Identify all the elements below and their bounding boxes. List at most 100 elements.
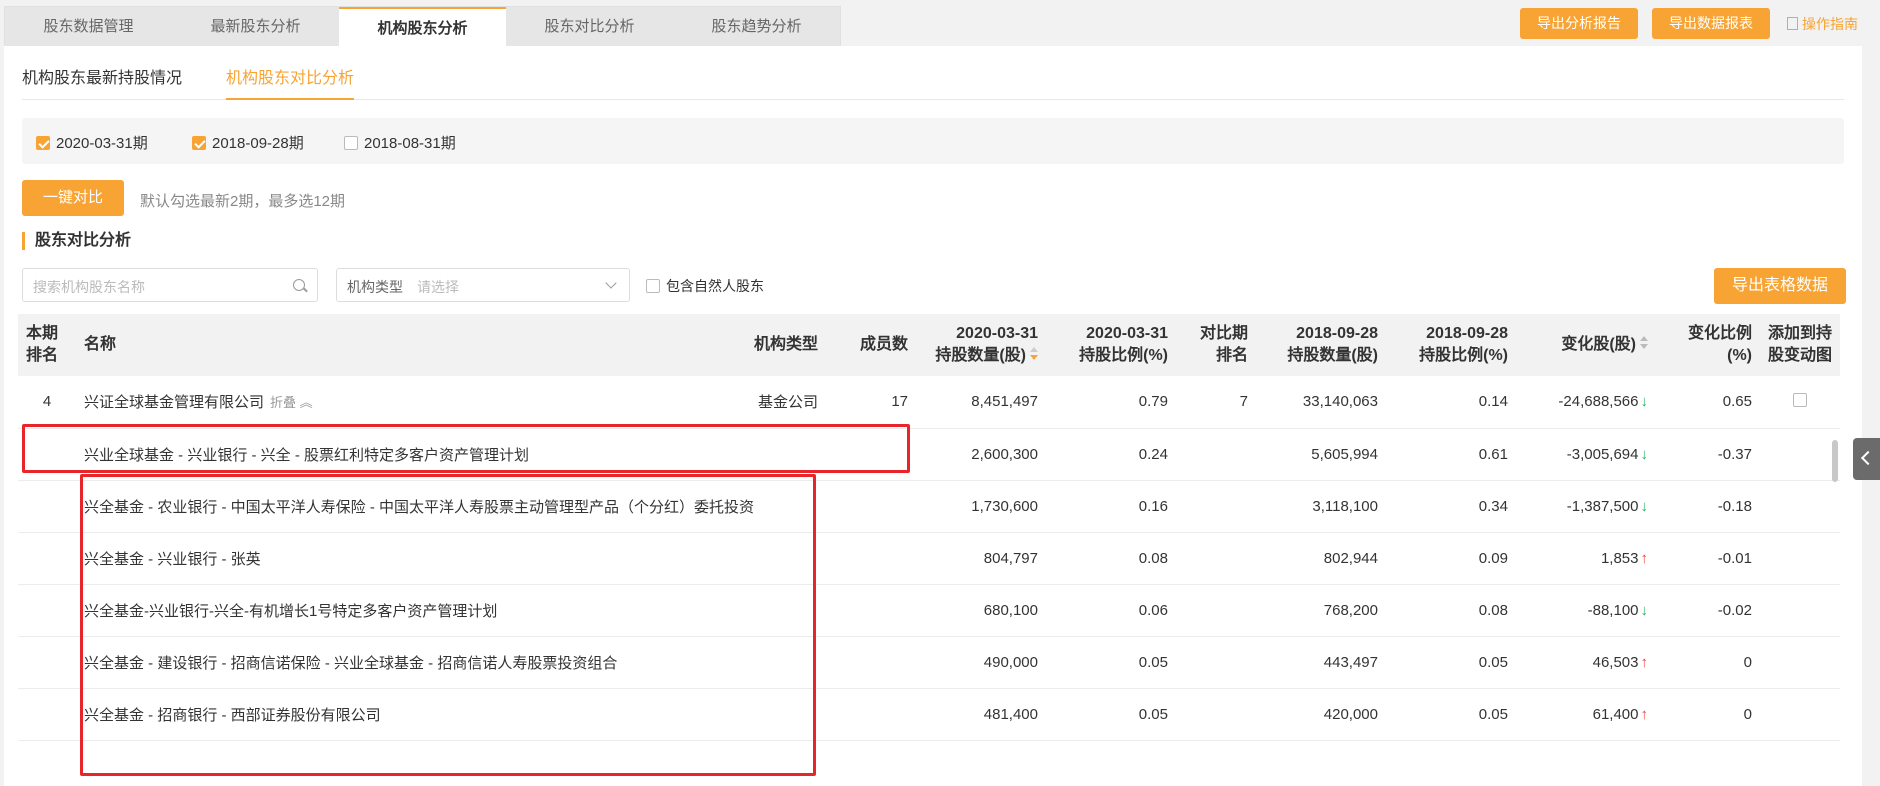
- header-p2-ratio: 2018-09-28 持股比例(%): [1419, 325, 1508, 364]
- cell-name: 兴全基金 - 兴业银行 - 张英: [76, 532, 736, 585]
- cell-cmp-rank: [1176, 636, 1256, 689]
- export-table-button[interactable]: 导出表格数据: [1714, 268, 1846, 304]
- cell-members: [826, 480, 916, 533]
- cell-p2-ratio: 0.14: [1386, 376, 1516, 429]
- period-option-3[interactable]: 2018-08-31期: [344, 132, 456, 153]
- header-name: 名称: [84, 336, 117, 353]
- search-icon[interactable]: [293, 279, 305, 291]
- cell-change: -3,005,694 ↓: [1516, 428, 1656, 481]
- cell-type: [736, 532, 826, 585]
- table-row: 兴全基金 - 招商银行 - 西部证券股份有限公司 481,400 0.05 420,0…: [18, 688, 1840, 741]
- cell-change-ratio: 0: [1656, 636, 1760, 689]
- section-title: 股东对比分析: [22, 232, 131, 250]
- tab-latest-analysis[interactable]: 最新股东分析: [172, 7, 339, 47]
- cell-cmp-rank: [1176, 688, 1256, 741]
- header-p1-ratio: 2020-03-31 持股比例(%): [1079, 325, 1168, 364]
- scrollbar[interactable]: [1832, 440, 1838, 482]
- cell-p2-shares: 802,944: [1256, 532, 1386, 585]
- select-placeholder: 请选择: [417, 279, 459, 295]
- header-add-chart: 添加到持 股变动图: [1768, 325, 1833, 364]
- cell-name: 兴全基金-兴业银行-兴全-有机增长1号特定多客户资产管理计划: [76, 584, 736, 637]
- tab-compare-analysis[interactable]: 股东对比分析: [506, 7, 673, 47]
- one-click-compare-button[interactable]: 一键对比: [22, 180, 124, 216]
- checkbox-checked-icon[interactable]: [36, 136, 50, 150]
- cell-rank: [18, 636, 76, 689]
- cell-members: 17: [826, 376, 916, 429]
- search-input[interactable]: 搜索机构股东名称: [22, 268, 318, 302]
- export-data-button[interactable]: 导出数据报表: [1652, 8, 1770, 39]
- header-p1-shares[interactable]: 2020-03-31 持股数量(股): [916, 314, 1046, 376]
- cell-add-chart: [1760, 584, 1840, 637]
- cell-rank: [18, 584, 76, 637]
- checkbox-icon[interactable]: [646, 279, 660, 293]
- tab-institution-analysis[interactable]: 机构股东分析: [339, 7, 506, 47]
- collapse-toggle[interactable]: 折叠 ︽: [270, 395, 313, 410]
- cell-name: 兴全基金 - 农业银行 - 中国太平洋人寿保险 - 中国太平洋人寿股票主动管理型…: [76, 480, 754, 533]
- guide-link[interactable]: 操作指南: [1787, 14, 1858, 34]
- header-p2-shares: 2018-09-28 持股数量(股): [1287, 325, 1378, 364]
- cell-change: 46,503 ↑: [1516, 636, 1656, 689]
- add-chart-checkbox[interactable]: [1793, 392, 1807, 407]
- top-bar: 股东数据管理 最新股东分析 机构股东分析 股东对比分析 股东趋势分析 导出分析报…: [0, 0, 1880, 47]
- subtab-compare[interactable]: 机构股东对比分析: [226, 64, 355, 100]
- cell-p2-ratio: 0.05: [1386, 636, 1516, 689]
- cell-change: -88,100 ↓: [1516, 584, 1656, 637]
- main-tabs: 股东数据管理 最新股东分析 机构股东分析 股东对比分析 股东趋势分析: [4, 6, 841, 47]
- include-natural-label: 包含自然人股东: [666, 278, 764, 294]
- tab-trend-analysis[interactable]: 股东趋势分析: [673, 7, 840, 47]
- cell-change: -1,387,500 ↓: [1516, 480, 1656, 533]
- export-report-button[interactable]: 导出分析报告: [1520, 8, 1638, 39]
- checkbox-icon[interactable]: [344, 136, 358, 150]
- cell-p2-shares: 5,605,994: [1256, 428, 1386, 481]
- cell-add-chart: [1760, 532, 1840, 585]
- sort-icon[interactable]: [1640, 336, 1648, 350]
- header-change-ratio: 变化比例 (%): [1687, 325, 1752, 364]
- book-icon: [1787, 17, 1798, 30]
- cell-p1-shares: 804,797: [916, 532, 1046, 585]
- period-option-1[interactable]: 2020-03-31期: [36, 132, 148, 153]
- cell-name: 兴全基金 - 建设银行 - 招商信诺保险 - 兴业全球基金 - 招商信诺人寿股票…: [76, 636, 736, 689]
- institution-type-select[interactable]: 机构类型 请选择: [336, 268, 630, 302]
- cell-rank: [18, 428, 76, 481]
- period-label: 2020-03-31期: [56, 135, 148, 152]
- cell-change-ratio: -0.02: [1656, 584, 1760, 637]
- cell-type: [736, 688, 826, 741]
- period-option-2[interactable]: 2018-09-28期: [192, 132, 304, 153]
- cell-p2-shares: 3,118,100: [1256, 480, 1386, 533]
- include-natural-checkbox[interactable]: 包含自然人股东: [646, 276, 764, 296]
- arrow-up-icon: ↑: [1640, 549, 1649, 567]
- cell-p2-ratio: 0.61: [1386, 428, 1516, 481]
- chevron-up-icon: ︽: [299, 395, 313, 411]
- cell-members: [826, 584, 916, 637]
- cell-p1-shares: 2,600,300: [916, 428, 1046, 481]
- cell-p2-ratio: 0.34: [1386, 480, 1516, 533]
- cell-p2-shares: 33,140,063: [1256, 376, 1386, 429]
- cell-add-chart: [1760, 428, 1840, 481]
- cell-p2-shares: 443,497: [1256, 636, 1386, 689]
- cell-cmp-rank: [1176, 532, 1256, 585]
- comparison-table: 本期 排名 名称 机构类型 成员数 2020-03-31 持股数量(股) 2020-…: [18, 314, 1840, 741]
- cell-change: 1,853 ↑: [1516, 532, 1656, 585]
- header-type: 机构类型: [753, 336, 818, 353]
- cell-cmp-rank: [1176, 584, 1256, 637]
- cell-add-chart: [1760, 636, 1840, 689]
- cell-add-chart: [1760, 376, 1840, 429]
- cell-cmp-rank: 7: [1176, 376, 1256, 429]
- header-change[interactable]: 变化股(股): [1516, 314, 1656, 376]
- checkbox-checked-icon[interactable]: [192, 136, 206, 150]
- cell-p1-ratio: 0.08: [1046, 532, 1176, 585]
- cell-change-ratio: 0.65: [1656, 376, 1760, 429]
- period-selector: 2020-03-31期 2018-09-28期 2018-08-31期: [22, 118, 1844, 164]
- arrow-down-icon: ↓: [1640, 445, 1649, 463]
- cell-type: [736, 636, 826, 689]
- subtab-latest-holdings[interactable]: 机构股东最新持股情况: [22, 64, 182, 100]
- cell-p2-ratio: 0.09: [1386, 532, 1516, 585]
- cell-p1-shares: 481,400: [916, 688, 1046, 741]
- period-label: 2018-08-31期: [364, 135, 456, 152]
- table-row: 兴全基金 - 农业银行 - 中国太平洋人寿保险 - 中国太平洋人寿股票主动管理型…: [18, 480, 1840, 533]
- sort-icon[interactable]: [1030, 347, 1038, 361]
- cell-name: 兴证全球基金管理有限公司 折叠 ︽: [76, 376, 736, 429]
- side-panel-toggle[interactable]: [1853, 438, 1880, 480]
- cell-members: [826, 428, 916, 481]
- tab-shareholder-data[interactable]: 股东数据管理: [5, 7, 172, 47]
